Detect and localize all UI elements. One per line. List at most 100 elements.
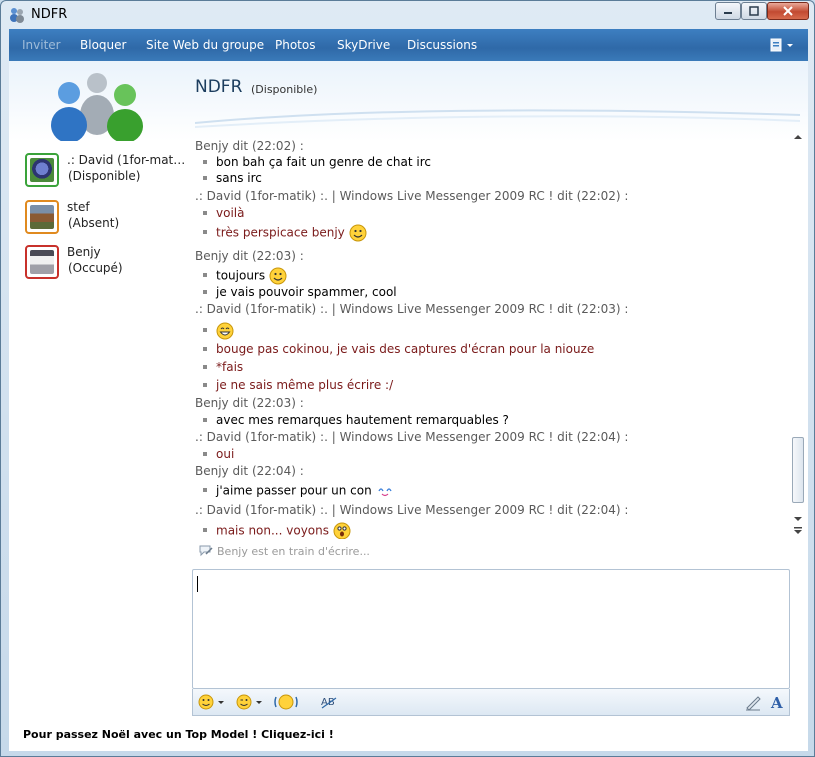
spellcheck-icon[interactable]: AB (319, 693, 339, 711)
smile-emoticon-icon (269, 267, 287, 285)
minimize-icon (724, 12, 732, 14)
message-line: avec mes remarques hautement remarquable… (203, 413, 509, 427)
sender-text: Benjy dit (22:03) : (195, 249, 304, 263)
menu-group-website[interactable]: Site Web du groupe (146, 38, 264, 52)
message-line: j'aime passer pour un con (203, 482, 394, 500)
menu-photos[interactable]: Photos (275, 38, 315, 52)
menu-bar: Inviter Bloquer Site Web du groupe Photo… (9, 29, 808, 61)
message-bullet (203, 451, 207, 456)
contact-name: stef (67, 200, 90, 214)
message-line: je vais pouvoir spammer, cool (203, 285, 397, 299)
message-text: j'aime passer pour un con (216, 483, 372, 498)
contact-status: (Absent) (68, 216, 120, 230)
conversation-status: (Disponible) (251, 83, 318, 96)
contact-name: .: David (1for-matik) :. (67, 153, 187, 167)
message-text: je vais pouvoir spammer, cool (216, 285, 397, 299)
message-input[interactable] (192, 569, 790, 689)
scroll-up-icon[interactable] (794, 133, 802, 141)
avatar (25, 153, 59, 187)
emoticon-icon[interactable] (198, 693, 226, 711)
sender-line: .: David (1for-matik) :. | Windows Live … (195, 302, 628, 316)
message-bullet (203, 417, 207, 422)
message-line (203, 322, 234, 340)
message-line: sans irc (203, 171, 262, 185)
smile-emoticon-icon (349, 224, 367, 242)
sender-text: .: David (1for-matik) :. | Windows Live … (195, 302, 629, 316)
contact-sidebar: .: David (1for-matik) :. (Disponible) st… (9, 61, 187, 711)
message-line: toujours (203, 267, 287, 285)
message-bullet (203, 328, 207, 332)
sender-text: .: David (1for-matik) :. | Windows Live … (195, 430, 629, 444)
close-button[interactable] (767, 2, 809, 20)
conversation-pane: .: David (1for-matik) :. (Disponible) st… (9, 61, 808, 751)
avatar (25, 200, 59, 234)
minimize-button[interactable] (715, 2, 741, 20)
window-title: NDFR (31, 7, 68, 22)
sender-text: Benjy dit (22:02) : (195, 139, 304, 153)
message-bullet (203, 175, 207, 180)
message-bullet (203, 159, 207, 164)
scroll-down-icon[interactable] (794, 515, 802, 523)
handwriting-icon[interactable] (744, 693, 762, 711)
message-text: *fais (216, 360, 244, 374)
menu-discussions[interactable]: Discussions (407, 38, 477, 52)
message-bullet (203, 346, 207, 351)
message-line: mais non... voyons (203, 522, 351, 539)
header-decoration (195, 109, 800, 128)
menu-invite[interactable]: Inviter (22, 38, 61, 52)
nudge-icon[interactable] (273, 693, 299, 711)
grin-emoticon-icon (216, 322, 234, 340)
message-text: bon bah ça fait un genre de chat irc (216, 155, 431, 169)
maximize-icon (749, 6, 759, 16)
message-bullet (203, 273, 207, 277)
message-text: je ne sais même plus écrire :/ (216, 378, 394, 392)
message-line: bon bah ça fait un genre de chat irc (203, 155, 431, 169)
message-bullet (203, 230, 207, 234)
sender-line: .: David (1for-matik) :. | Windows Live … (195, 503, 628, 517)
message-text: mais non... voyons (216, 523, 329, 538)
close-icon (783, 6, 793, 16)
contact-benjy[interactable]: Benjy (Occupé) (25, 245, 185, 283)
message-bullet (203, 382, 207, 387)
contact-david[interactable]: .: David (1for-matik) :. (Disponible) (25, 153, 187, 191)
options-menu-icon[interactable] (768, 37, 798, 53)
scroll-thumb[interactable] (792, 437, 804, 503)
conversation-scrollbar[interactable] (790, 131, 806, 543)
surprised-emoticon-icon (333, 522, 351, 539)
input-toolbar: AB A (192, 689, 790, 716)
svg-text:A: A (770, 694, 783, 711)
message-line: *fais (203, 360, 243, 374)
contact-status: (Occupé) (68, 261, 123, 275)
message-bullet (203, 364, 207, 369)
maximize-button[interactable] (741, 2, 767, 20)
ad-link[interactable]: Pour passez Noël avec un Top Model ! Cli… (23, 728, 334, 741)
messenger-app-icon (10, 8, 24, 23)
message-text: sans irc (216, 171, 262, 185)
svg-text:AB: AB (321, 697, 335, 708)
message-line: très perspicace benjy (203, 224, 367, 242)
message-text: avec mes remarques hautement remarquable… (216, 413, 509, 427)
wink-icon[interactable] (236, 693, 264, 711)
message-text: voilà (216, 206, 245, 220)
avatar-image (30, 205, 54, 229)
messenger-window: NDFR Inviter Bloquer Site Web du groupe … (0, 0, 815, 757)
font-icon[interactable]: A (769, 693, 787, 711)
title-bar: NDFR (1, 1, 814, 29)
conversation-title: NDFR (195, 77, 243, 97)
message-text: toujours (216, 268, 266, 283)
sender-text: .: David (1for-matik) :. | Windows Live … (195, 503, 629, 517)
message-line: bouge pas cokinou, je vais des captures … (203, 342, 594, 356)
text-caret (197, 576, 198, 592)
menu-block[interactable]: Bloquer (80, 38, 126, 52)
scroll-end-icon[interactable] (794, 527, 802, 535)
sender-text: Benjy dit (22:04) : (195, 464, 304, 478)
menu-skydrive[interactable]: SkyDrive (337, 38, 390, 52)
message-text: très perspicace benjy (216, 225, 345, 240)
sender-line: Benjy dit (22:02) : (195, 139, 304, 153)
message-text: bouge pas cokinou, je vais des captures … (216, 342, 595, 356)
message-bullet (203, 488, 207, 492)
avatar-image (30, 250, 54, 274)
contact-stef[interactable]: stef (Absent) (25, 200, 185, 238)
sender-line: Benjy dit (22:04) : (195, 464, 304, 478)
avatar-image (30, 158, 54, 182)
